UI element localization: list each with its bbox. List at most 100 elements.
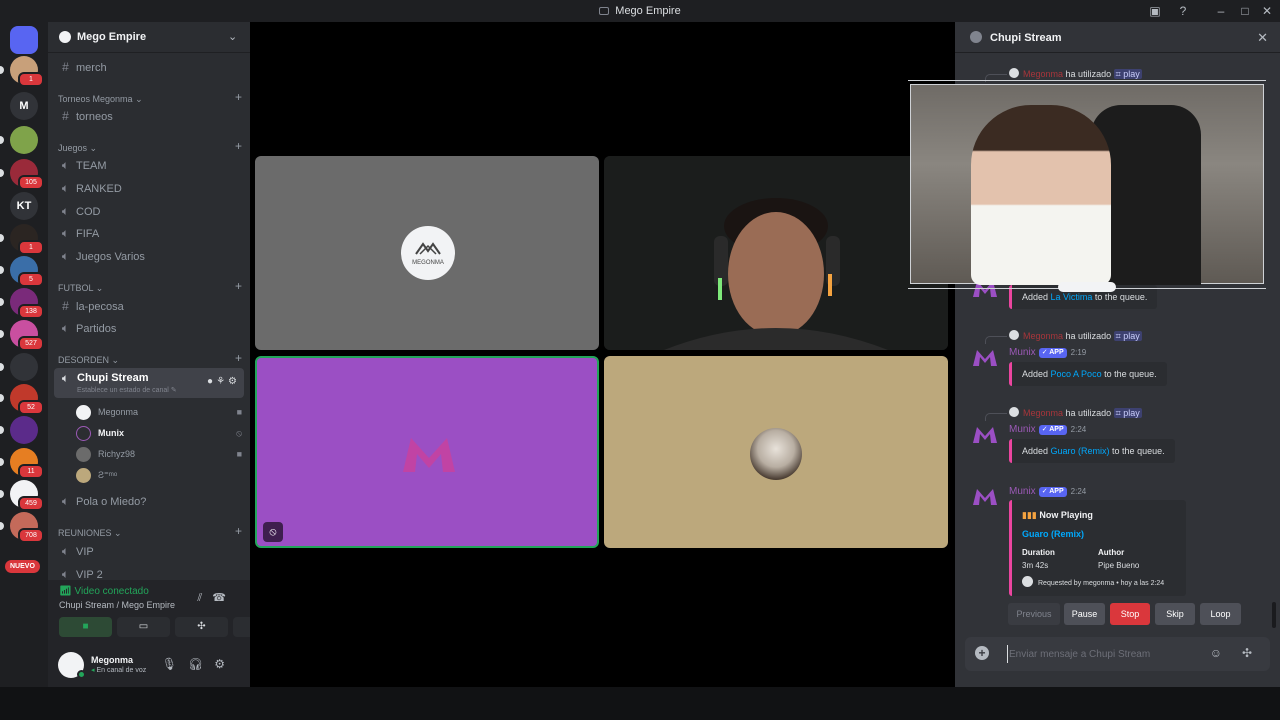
close-window-button[interactable]: ✕ xyxy=(1259,3,1275,19)
screen-share-button[interactable]: ▭ xyxy=(117,617,170,637)
stop-button[interactable]: Stop xyxy=(1110,603,1150,625)
bottom-strip xyxy=(0,687,1280,720)
server-header[interactable]: Mego Empire ⌄ xyxy=(48,22,250,53)
server-icon[interactable]: KT xyxy=(10,192,38,220)
voice-user-richyz98[interactable]: Richyz98 ■ xyxy=(76,444,242,464)
voice-channel-cod[interactable]: 🔈︎ COD xyxy=(54,201,244,221)
invite-icon[interactable]: ⚘ xyxy=(216,376,228,387)
category-reuniones[interactable]: REUNIONES ⌄ + xyxy=(58,525,242,539)
add-channel-icon[interactable]: + xyxy=(235,525,242,537)
webcam-feed xyxy=(604,156,948,350)
voice-user-cat[interactable]: Ƨ⁼ᵐᵒ xyxy=(76,465,242,485)
notification-badge: 138 xyxy=(18,304,44,319)
message-input[interactable] xyxy=(1007,645,1217,663)
slash-command[interactable]: ⌗ play xyxy=(1113,408,1142,418)
voice-channel-pola-o-miedo[interactable]: 🔈︎ Pola o Miedo? xyxy=(54,491,244,511)
channel-sidebar: Mego Empire ⌄ # merch Torneos Megonma ⌄ + … xyxy=(48,22,250,687)
notification-badge: 459 xyxy=(18,496,44,511)
voice-channel-partidos[interactable]: 🔈︎ Partidos xyxy=(54,318,244,338)
scrollbar[interactable] xyxy=(1272,602,1276,628)
previous-button[interactable]: Previous xyxy=(1008,603,1060,625)
pause-button[interactable]: Pause xyxy=(1064,603,1105,625)
slash-command[interactable]: ⌗ play xyxy=(1113,331,1142,341)
category-torneos[interactable]: Torneos Megonma ⌄ + xyxy=(58,91,242,105)
voice-quick-actions: ⫽☎ xyxy=(197,591,236,605)
soundboard-button[interactable]: ✧ xyxy=(233,617,250,637)
gear-icon[interactable]: ⚙ xyxy=(214,657,236,671)
disconnect-icon[interactable]: ☎ xyxy=(212,592,236,604)
add-channel-icon[interactable]: + xyxy=(235,140,242,152)
emoji-icon[interactable]: ☺ xyxy=(1210,646,1222,660)
add-attachment-icon[interactable]: + xyxy=(975,646,989,660)
category-desorden[interactable]: DESORDEN ⌄ + xyxy=(58,352,242,366)
add-channel-icon[interactable]: + xyxy=(235,91,242,103)
video-tile-richyz98[interactable] xyxy=(604,156,948,350)
voice-channel-fifa[interactable]: 🔈︎ FIFA xyxy=(54,223,244,243)
server-list: 1 M 105 KT 1 5 138 527 52 11 459 708 NUEVO xyxy=(0,22,48,687)
server-icon[interactable] xyxy=(10,126,38,154)
hash-icon: # xyxy=(62,299,69,313)
video-tile-cat-user[interactable] xyxy=(604,356,948,548)
channel-torneos[interactable]: # torneos xyxy=(54,106,244,126)
maximize-button[interactable]: □ xyxy=(1237,3,1253,19)
headphones-icon[interactable]: 🎧︎ xyxy=(188,657,214,671)
unread-indicator xyxy=(0,66,4,74)
add-channel-icon[interactable]: + xyxy=(235,352,242,364)
video-tile-megonma[interactable]: MEGONMA xyxy=(255,156,599,350)
server-icon[interactable]: M xyxy=(10,92,38,120)
avatar xyxy=(1009,407,1019,417)
voice-channel-ranked[interactable]: 🔈︎ RANKED xyxy=(54,178,244,198)
command-reference[interactable]: Megonma ha utilizado ⌗ play xyxy=(1009,330,1142,342)
chat-title: Chupi Stream xyxy=(990,32,1062,44)
resize-handle[interactable] xyxy=(1058,282,1116,292)
apps-icon[interactable]: ✣ xyxy=(1242,646,1252,660)
voice-channel-team[interactable]: 🔈︎ TEAM xyxy=(54,155,244,175)
unread-indicator xyxy=(0,522,4,530)
user-status: ◂ En canal de voz xyxy=(91,667,147,674)
video-tile-munix[interactable]: ⦸ xyxy=(255,356,599,548)
voice-channel-vip[interactable]: 🔈︎ VIP xyxy=(54,541,244,561)
user-name[interactable]: Megonma xyxy=(91,655,133,665)
speaker-icon: 🔈︎ xyxy=(61,371,70,385)
server-icon[interactable] xyxy=(10,416,38,444)
command-reference[interactable]: Megonma ha utilizado ⌗ play xyxy=(1009,407,1142,419)
voice-channel-juegos-varios[interactable]: 🔈︎ Juegos Varios xyxy=(54,246,244,266)
loop-button[interactable]: Loop xyxy=(1200,603,1241,625)
discord-icon[interactable] xyxy=(10,26,38,54)
channel-la-pecosa[interactable]: # la-pecosa xyxy=(54,296,244,316)
voice-channel-chupi-stream[interactable]: 🔈︎ Chupi Stream Establece un estado de c… xyxy=(54,368,244,398)
slash-command[interactable]: ⌗ play xyxy=(1113,69,1142,79)
unread-indicator xyxy=(0,490,4,498)
stream-popout[interactable] xyxy=(908,80,1266,292)
microphone-icon[interactable]: 🎙︎ xyxy=(162,657,188,671)
camera-button[interactable]: ■ xyxy=(59,617,112,637)
voice-status[interactable]: 📶︎ Video conectado xyxy=(59,586,149,597)
help-icon[interactable]: ? xyxy=(1175,3,1191,19)
chat-icon[interactable]: ● xyxy=(207,376,216,387)
notification-badge: 11 xyxy=(18,464,44,479)
voice-user-megonma[interactable]: Megonma ■ xyxy=(76,402,242,422)
voice-channel-path[interactable]: Chupi Stream / Mego Empire xyxy=(59,600,175,610)
avatar xyxy=(76,405,91,420)
now-playing-song[interactable]: Guaro (Remix) xyxy=(1022,529,1084,539)
minimize-button[interactable]: – xyxy=(1213,3,1229,19)
inbox-icon[interactable]: ▣ xyxy=(1147,3,1163,19)
server-icon[interactable] xyxy=(10,353,38,381)
megonma-logo: MEGONMA xyxy=(401,226,455,280)
activities-button[interactable]: ✣ xyxy=(175,617,228,637)
queue-message: Added Poco A Poco to the queue. xyxy=(1009,362,1167,386)
voice-user-munix[interactable]: Munix ⦸ xyxy=(76,423,242,443)
app-tag: ✓ APP xyxy=(1038,425,1067,435)
channel-merch[interactable]: # merch xyxy=(54,57,244,77)
skip-button[interactable]: Skip xyxy=(1155,603,1195,625)
hash-icon: # xyxy=(62,109,69,123)
command-reference[interactable]: Megonma ha utilizado ⌗ play xyxy=(1009,68,1142,80)
category-futbol[interactable]: FUTBOL ⌄ + xyxy=(58,280,242,294)
category-juegos[interactable]: Juegos ⌄ + xyxy=(58,140,242,154)
gear-icon[interactable]: ⚙ xyxy=(228,376,240,387)
noise-suppression-icon[interactable]: ⫽ xyxy=(197,592,212,604)
close-icon[interactable]: ✕ xyxy=(1257,30,1268,46)
add-channel-icon[interactable]: + xyxy=(235,280,242,292)
channel-status-prompt[interactable]: Establece un estado de canal ✎ xyxy=(77,386,177,395)
duration-label: Duration xyxy=(1022,548,1055,557)
